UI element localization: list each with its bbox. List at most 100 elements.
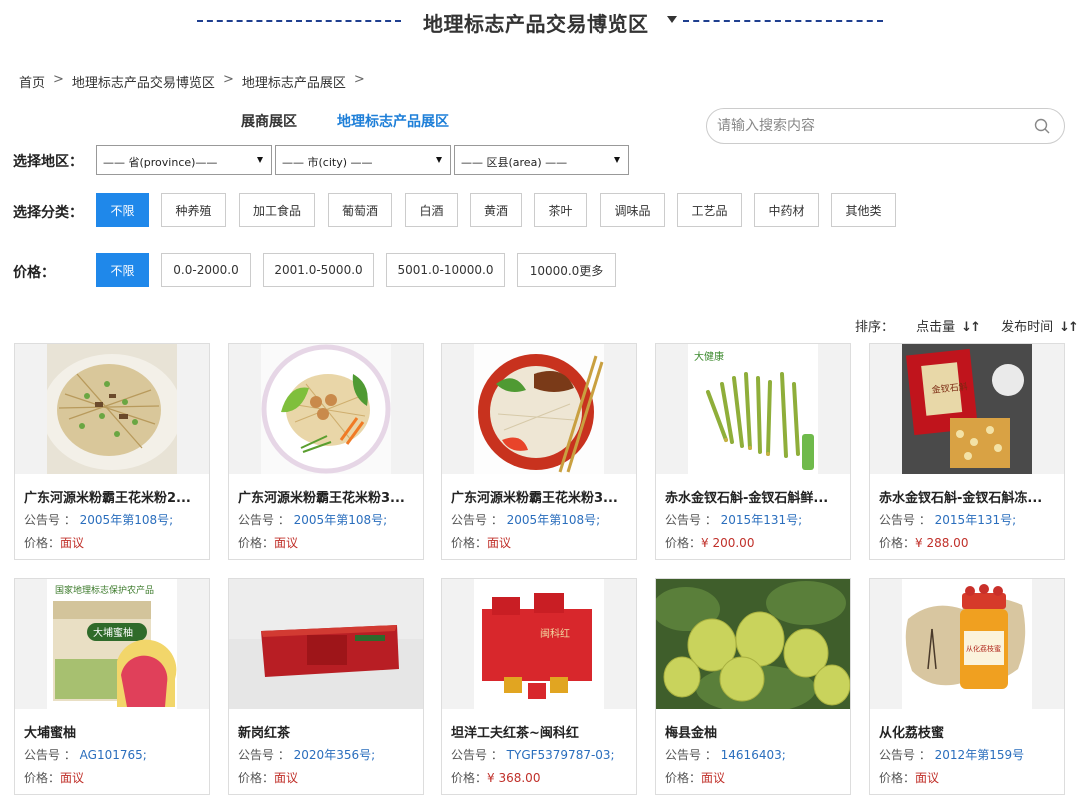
- golden-pomelo-tree-image: [656, 579, 850, 709]
- price-chip-0-2000[interactable]: 0.0-2000.0: [161, 253, 251, 287]
- breadcrumb-gi-area[interactable]: 地理标志产品展区: [242, 72, 346, 91]
- category-chip-herb[interactable]: 中药材: [754, 193, 819, 227]
- sort-updown-icon: ↓↑: [1059, 320, 1079, 335]
- page-header: 地理标志产品交易博览区: [0, 8, 1080, 36]
- product-card[interactable]: 广东河源米粉霸王花米粉3... 公告号 ： 2005年第108号; 价格：面议: [441, 343, 637, 560]
- price-label-text: 价格：: [451, 771, 488, 785]
- product-name[interactable]: 广东河源米粉霸王花米粉2...: [24, 487, 204, 506]
- category-chip-tea[interactable]: 茶叶: [534, 193, 587, 227]
- price-chip-10000-more[interactable]: 10000.0更多: [517, 253, 616, 287]
- box-brand-text: 大埔蜜柚: [93, 626, 133, 639]
- product-image[interactable]: 国家地理标志保护农产品 大埔蜜柚: [15, 579, 209, 709]
- chevron-down-icon[interactable]: [667, 16, 677, 23]
- product-card[interactable]: 广东河源米粉霸王花米粉2... 公告号 ： 2005年第108号; 价格：面议: [14, 343, 210, 560]
- sort-by-time[interactable]: 发布时间 ↓↑: [1001, 320, 1080, 335]
- region-label: 选择地区：: [13, 154, 83, 170]
- category-chip-farming[interactable]: 种养殖: [161, 193, 226, 227]
- price-label: 价格：: [13, 265, 55, 281]
- breadcrumb-expo[interactable]: 地理标志产品交易博览区: [72, 72, 215, 91]
- product-name[interactable]: 从化荔枝蜜: [879, 722, 1059, 741]
- product-card[interactable]: 新岗红茶 公告号 ： 2020年356号; 价格：面议: [228, 578, 424, 795]
- category-chip-any[interactable]: 不限: [96, 193, 149, 227]
- province-select-value: —— 省(province)——: [103, 156, 218, 169]
- product-image[interactable]: 闽科红: [442, 579, 636, 709]
- product-image[interactable]: 金钗石斛: [870, 344, 1064, 474]
- product-name[interactable]: 赤水金钗石斛-金钗石斛鲜...: [665, 487, 845, 506]
- price-value: ¥ 368.00: [487, 771, 541, 785]
- sort-label: 排序：: [855, 320, 895, 335]
- product-card[interactable]: 国家地理标志保护农产品 大埔蜜柚 大埔蜜柚 公告号 ： AG101765; 价格…: [14, 578, 210, 795]
- notice-value: 2015年131号;: [720, 513, 803, 527]
- tab-exhibitors[interactable]: 展商展区: [241, 111, 297, 131]
- breadcrumb-home[interactable]: 首页: [19, 72, 45, 91]
- product-image[interactable]: [656, 579, 850, 709]
- category-chip-other[interactable]: 其他类: [831, 193, 896, 227]
- notice-value: 2020年356号;: [293, 748, 376, 762]
- product-name[interactable]: 广东河源米粉霸王花米粉3...: [451, 487, 631, 506]
- product-price: 价格：面议: [238, 534, 298, 551]
- price-value: 面议: [60, 536, 85, 550]
- product-name[interactable]: 赤水金钗石斛-金钗石斛冻...: [879, 487, 1059, 506]
- black-tea-gift-image: 闽科红: [474, 579, 604, 709]
- product-name[interactable]: 大埔蜜柚: [24, 722, 204, 741]
- notice-value: 2015年131号;: [934, 513, 1017, 527]
- price-label-text: 价格：: [665, 771, 702, 785]
- product-image[interactable]: [229, 344, 423, 474]
- price-value: 面议: [915, 771, 940, 785]
- category-chip-processed-food[interactable]: 加工食品: [239, 193, 315, 227]
- product-notice: 公告号 ： TYGF5379787-03;: [451, 746, 615, 763]
- price-value: ¥ 200.00: [701, 536, 755, 550]
- product-notice: 公告号 ： 2015年131号;: [665, 511, 802, 528]
- product-card[interactable]: 金钗石斛 赤水金钗石斛-金钗石斛冻... 公告号 ： 2015年131号; 价格…: [869, 343, 1065, 560]
- area-select-value: —— 区县(area) ——: [461, 156, 568, 169]
- product-card[interactable]: 梅县金柚 公告号 ： 14616403; 价格：面议: [655, 578, 851, 795]
- product-card[interactable]: 广东河源米粉霸王花米粉3... 公告号 ： 2005年第108号; 价格：面议: [228, 343, 424, 560]
- product-notice: 公告号 ： 2005年第108号;: [24, 511, 173, 528]
- product-image[interactable]: 大健康: [656, 344, 850, 474]
- tab-gi-products[interactable]: 地理标志产品展区: [337, 111, 449, 131]
- search-icon[interactable]: [1034, 118, 1050, 134]
- province-select[interactable]: —— 省(province)——: [96, 145, 272, 175]
- sort-by-clicks[interactable]: 点击量 ↓↑: [916, 320, 983, 335]
- product-notice: 公告号 ： 2020年356号;: [238, 746, 375, 763]
- product-name[interactable]: 梅县金柚: [665, 722, 845, 741]
- category-chip-craft[interactable]: 工艺品: [677, 193, 742, 227]
- notice-label: 公告号 ：: [451, 513, 503, 527]
- city-select[interactable]: —— 市(city) ——: [275, 145, 451, 175]
- product-image[interactable]: [442, 344, 636, 474]
- breadcrumb: 首页 > 地理标志产品交易博览区 > 地理标志产品展区 >: [19, 72, 367, 91]
- notice-label: 公告号 ：: [238, 748, 290, 762]
- price-chip-2001-5000[interactable]: 2001.0-5000.0: [263, 253, 374, 287]
- category-chip-huangjiu[interactable]: 黄酒: [470, 193, 522, 227]
- category-chip-baijiu[interactable]: 白酒: [405, 193, 458, 227]
- product-image[interactable]: [229, 579, 423, 709]
- breadcrumb-separator: >: [353, 72, 365, 87]
- product-card[interactable]: 大健康 赤水金钗石斛-金钗石斛鲜... 公告号 ： 2015年131号; 价格：…: [655, 343, 851, 560]
- breadcrumb-separator: >: [222, 72, 234, 87]
- product-notice: 公告号 ： 14616403;: [665, 746, 786, 763]
- area-select[interactable]: —— 区县(area) ——: [454, 145, 629, 175]
- product-name[interactable]: 广东河源米粉霸王花米粉3...: [238, 487, 418, 506]
- category-chip-wine[interactable]: 葡萄酒: [328, 193, 392, 227]
- product-image[interactable]: [15, 344, 209, 474]
- product-image[interactable]: 从化荔枝蜜: [870, 579, 1064, 709]
- product-card[interactable]: 从化荔枝蜜 从化荔枝蜜 公告号 ： 2012年第159号 价格：面议: [869, 578, 1065, 795]
- price-label-text: 价格：: [24, 536, 61, 550]
- price-value: 面议: [487, 536, 512, 550]
- price-chip-5001-10000[interactable]: 5001.0-10000.0: [386, 253, 505, 287]
- search-box: [706, 108, 1065, 144]
- product-card[interactable]: 闽科红 坦洋工夫红茶~闽科红 公告号 ： TYGF5379787-03; 价格：…: [441, 578, 637, 795]
- notice-value: 2005年第108号;: [506, 513, 601, 527]
- product-name[interactable]: 坦洋工夫红茶~闽科红: [451, 722, 631, 741]
- search-input[interactable]: [717, 116, 1017, 136]
- notice-value: 2005年第108号;: [293, 513, 388, 527]
- dendrobium-stems-image: 大健康: [688, 344, 818, 474]
- category-chip-condiment[interactable]: 调味品: [600, 193, 665, 227]
- rice-noodle-plate-image: [261, 344, 391, 474]
- notice-label: 公告号 ：: [451, 748, 503, 762]
- dropdown-arrow-icon: [614, 157, 620, 163]
- product-notice: 公告号 ： 2012年第159号: [879, 746, 1024, 763]
- product-name[interactable]: 新岗红茶: [238, 722, 418, 741]
- sort-bar: 排序： 点击量 ↓↑ 发布时间 ↓↑: [855, 316, 1080, 335]
- price-chip-any[interactable]: 不限: [96, 253, 149, 287]
